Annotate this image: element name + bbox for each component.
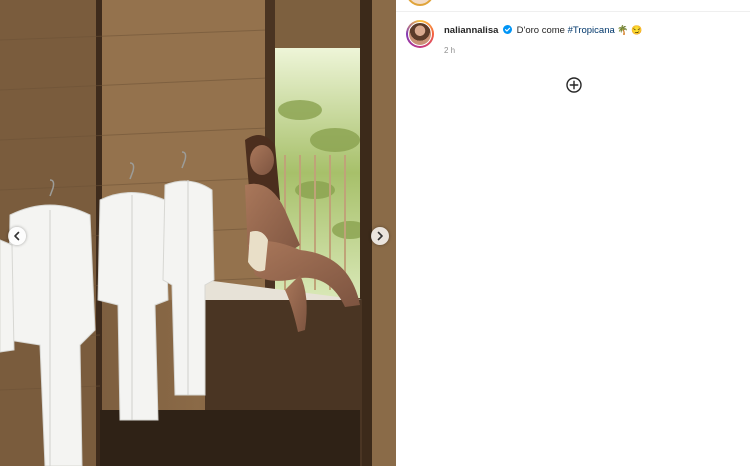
caption-line: naliannalisa D'oro come #Tropicana 🌴 😏 [444,24,642,37]
caption-emojis: 🌴 😏 [617,25,643,35]
post-media[interactable] [0,0,396,466]
post-header-strip [396,0,750,12]
post-photo [0,0,396,466]
next-photo-button[interactable] [371,227,389,245]
avatar-image [408,22,432,46]
hashtag-link[interactable]: #Tropicana [568,25,615,36]
post-details-pane: naliannalisa D'oro come #Tropicana 🌴 😏 2… [396,0,750,466]
username-link[interactable]: naliannalisa [444,25,498,36]
chevron-left-icon [14,231,20,241]
verified-badge-icon [503,25,513,34]
header-avatar[interactable] [406,0,434,6]
previous-photo-button[interactable] [8,227,26,245]
avatar[interactable] [406,20,434,48]
add-circle-icon[interactable] [566,77,582,93]
caption-body: naliannalisa D'oro come #Tropicana 🌴 😏 2… [444,20,642,55]
post-timestamp[interactable]: 2 h [444,46,642,55]
caption-comment: naliannalisa D'oro come #Tropicana 🌴 😏 2… [406,20,740,55]
caption-text: D'oro come [516,25,568,36]
chevron-right-icon [377,231,383,241]
